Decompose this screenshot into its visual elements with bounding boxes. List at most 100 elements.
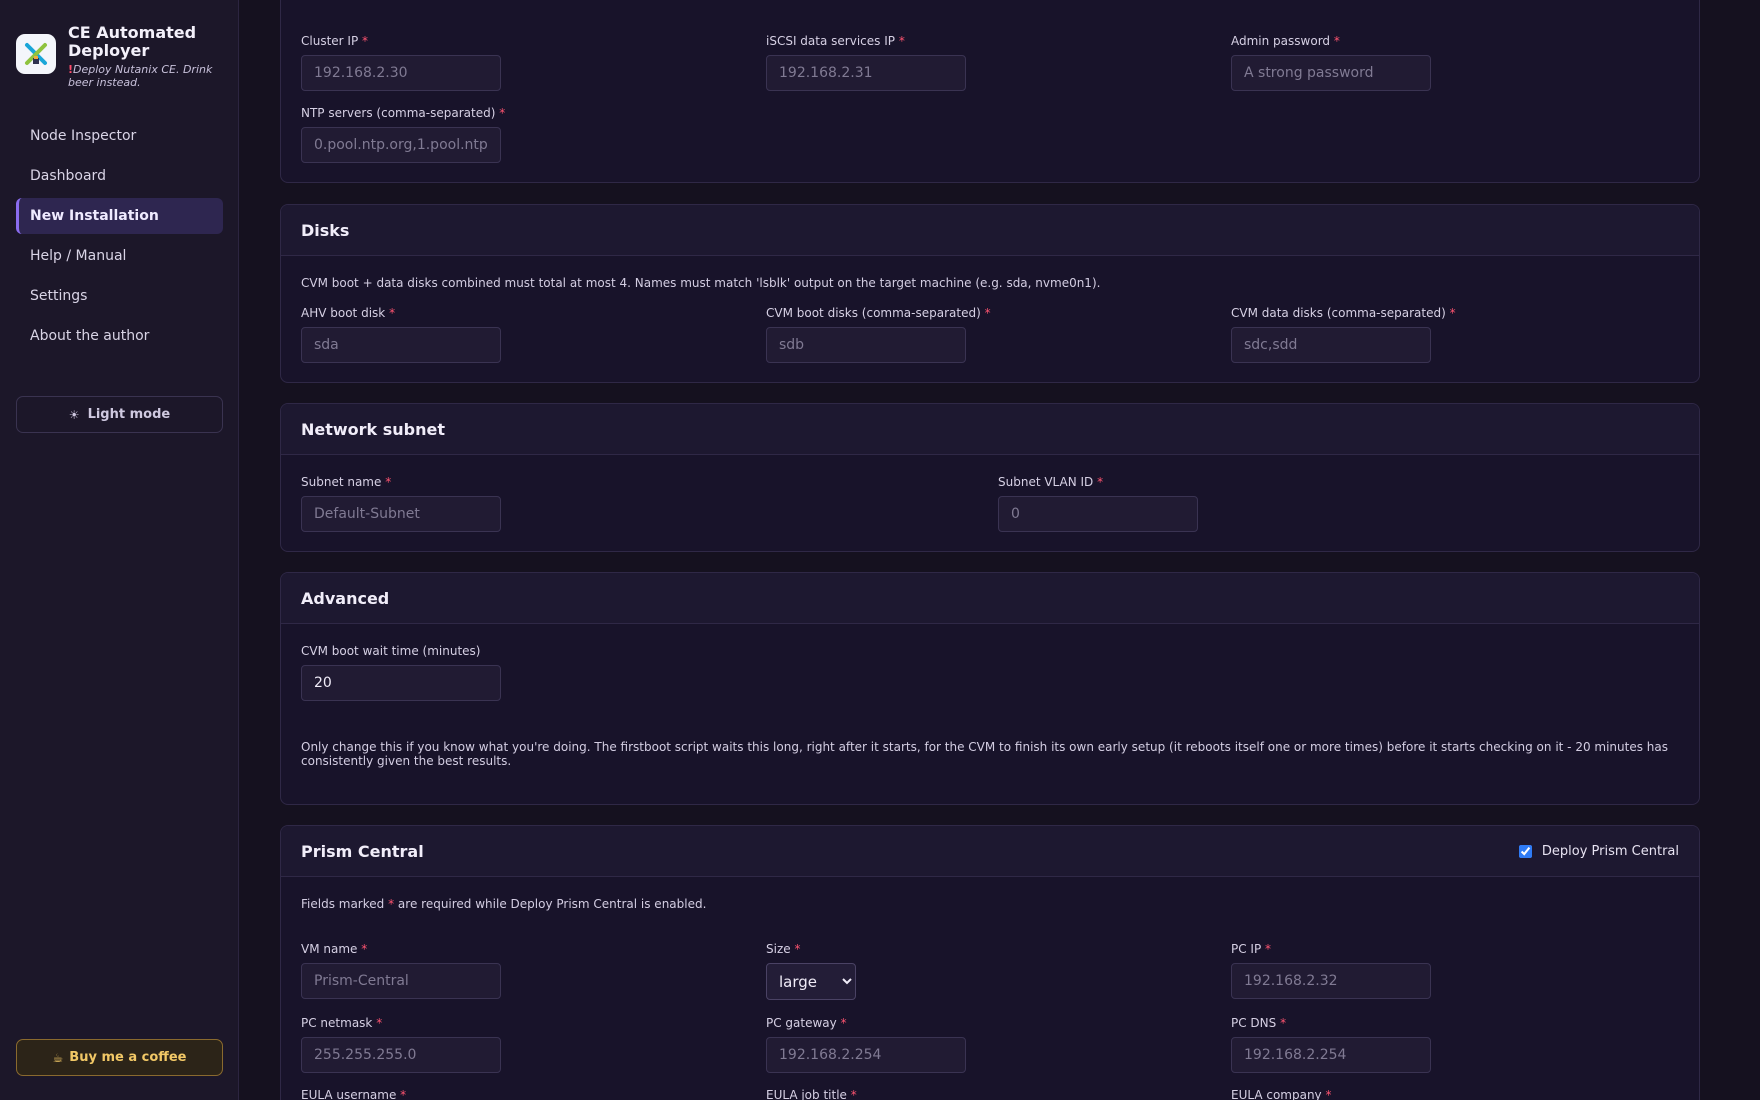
iscsi-ip-input[interactable]	[766, 55, 966, 91]
subnet-name-label: Subnet name *	[301, 475, 392, 489]
ntp-input[interactable]	[301, 127, 501, 163]
pc-vm-name-label: VM name *	[301, 942, 368, 956]
sidebar-item-settings[interactable]: Settings	[16, 278, 223, 314]
sidebar-item-node-inspector[interactable]: Node Inspector	[16, 118, 223, 154]
pc-size-select[interactable]: large	[766, 963, 856, 1000]
sidebar-item-help-manual[interactable]: Help / Manual	[16, 238, 223, 274]
pc-netmask-field: PC netmask *	[301, 1016, 501, 1073]
cvm-data-disks-field: CVM data disks (comma-separated) *	[1231, 306, 1456, 363]
sidebar: CE Automated Deployer !Deploy Nutanix CE…	[0, 0, 239, 1100]
light-mode-button[interactable]: ☀ Light mode	[16, 396, 223, 433]
ahv-boot-disk-field: AHV boot disk *	[301, 306, 501, 363]
main-content: Cluster IP * iSCSI data services IP * Ad…	[240, 0, 1760, 1100]
iscsi-ip-label: iSCSI data services IP *	[766, 34, 905, 48]
required-mark: *	[1280, 1016, 1287, 1030]
sidebar-item-new-installation[interactable]: New Installation	[16, 198, 223, 234]
required-mark: *	[389, 306, 396, 320]
pc-vm-name-input[interactable]	[301, 963, 501, 999]
prism-central-card: Prism Central Deploy Prism Central Field…	[280, 825, 1700, 1100]
deploy-prism-central-checkbox[interactable]	[1518, 844, 1532, 858]
eula-username-field: EULA username *	[301, 1088, 406, 1100]
required-mark: *	[400, 1088, 407, 1100]
pc-gateway-label: PC gateway *	[766, 1016, 847, 1030]
pc-size-field: Size * large	[766, 942, 856, 1000]
sidebar-item-about-author[interactable]: About the author	[16, 318, 223, 354]
ahv-boot-disk-input[interactable]	[301, 327, 501, 363]
admin-password-input[interactable]	[1231, 55, 1431, 91]
deploy-prism-central-toggle[interactable]: Deploy Prism Central	[1518, 843, 1679, 859]
advanced-card-header: Advanced	[281, 573, 1699, 624]
eula-job-title-label: EULA job title *	[766, 1088, 857, 1100]
app-logo-icon	[16, 34, 56, 74]
cvm-wait-field: CVM boot wait time (minutes)	[301, 644, 501, 701]
cvm-data-disks-label: CVM data disks (comma-separated) *	[1231, 306, 1456, 320]
advanced-card: Advanced CVM boot wait time (minutes) On…	[280, 572, 1700, 805]
cvm-boot-disks-input[interactable]	[766, 327, 966, 363]
coffee-icon: ☕	[52, 1050, 64, 1065]
pc-ip-label: PC IP *	[1231, 942, 1272, 956]
cvm-boot-disks-field: CVM boot disks (comma-separated) *	[766, 306, 991, 363]
cvm-boot-disks-label: CVM boot disks (comma-separated) *	[766, 306, 991, 320]
required-mark: *	[850, 1088, 857, 1100]
pc-ip-field: PC IP *	[1231, 942, 1431, 999]
required-mark: *	[1449, 306, 1456, 320]
required-mark: *	[840, 1016, 847, 1030]
cvm-wait-label: CVM boot wait time (minutes)	[301, 644, 481, 658]
sun-icon: ☀	[68, 407, 80, 422]
network-subnet-card: Network subnet Subnet name * Subnet VLAN…	[280, 403, 1700, 552]
pc-dns-input[interactable]	[1231, 1037, 1431, 1073]
pc-ip-input[interactable]	[1231, 963, 1431, 999]
app-tagline: !Deploy Nutanix CE. Drink beer instead.	[68, 63, 230, 89]
cluster-ip-input[interactable]	[301, 55, 501, 91]
admin-password-label: Admin password *	[1231, 34, 1340, 48]
admin-password-field: Admin password *	[1231, 34, 1431, 91]
required-mark: *	[385, 475, 392, 489]
disks-title: Disks	[301, 220, 350, 240]
ahv-boot-disk-label: AHV boot disk *	[301, 306, 396, 320]
buy-coffee-button[interactable]: ☕ Buy me a coffee	[16, 1039, 223, 1076]
pc-dns-label: PC DNS *	[1231, 1016, 1287, 1030]
required-mark: *	[1265, 942, 1272, 956]
eula-company-field: EULA company *	[1231, 1088, 1331, 1100]
required-mark: *	[361, 942, 368, 956]
subnet-vlan-field: Subnet VLAN ID *	[998, 475, 1198, 532]
buy-coffee-label: Buy me a coffee	[69, 1050, 187, 1065]
light-mode-label: Light mode	[87, 407, 171, 422]
pc-netmask-label: PC netmask *	[301, 1016, 383, 1030]
required-mark: *	[794, 942, 801, 956]
prism-central-note: Fields marked * are required while Deplo…	[301, 897, 707, 911]
cvm-wait-input[interactable]	[301, 665, 501, 701]
network-subnet-card-header: Network subnet	[281, 404, 1699, 455]
advanced-note: Only change this if you know what you're…	[301, 740, 1669, 768]
pc-gateway-input[interactable]	[766, 1037, 966, 1073]
disks-card: Disks CVM boot + data disks combined mus…	[280, 204, 1700, 383]
subnet-vlan-input[interactable]	[998, 496, 1198, 532]
eula-company-label: EULA company *	[1231, 1088, 1332, 1100]
required-mark: *	[362, 34, 369, 48]
required-mark: *	[1325, 1088, 1332, 1100]
pc-size-label: Size *	[766, 942, 801, 956]
pc-netmask-input[interactable]	[301, 1037, 501, 1073]
pc-vm-name-field: VM name *	[301, 942, 501, 999]
required-mark: *	[376, 1016, 383, 1030]
eula-username-label: EULA username *	[301, 1088, 407, 1100]
sidebar-nav: Node Inspector Dashboard New Installatio…	[16, 118, 223, 358]
deploy-prism-central-label: Deploy Prism Central	[1541, 843, 1679, 859]
network-subnet-title: Network subnet	[301, 419, 446, 439]
sidebar-item-dashboard[interactable]: Dashboard	[16, 158, 223, 194]
subnet-vlan-label: Subnet VLAN ID *	[998, 475, 1104, 489]
prism-central-title: Prism Central	[301, 841, 424, 861]
tagline-text: Deploy Nutanix CE. Drink beer instead.	[68, 63, 213, 89]
prism-central-card-header: Prism Central Deploy Prism Central	[281, 826, 1699, 877]
disks-note: CVM boot + data disks combined must tota…	[301, 276, 1101, 290]
cluster-card: Cluster IP * iSCSI data services IP * Ad…	[280, 0, 1700, 183]
required-mark: *	[984, 306, 991, 320]
cvm-data-disks-input[interactable]	[1231, 327, 1431, 363]
subnet-name-field: Subnet name *	[301, 475, 501, 532]
ntp-label: NTP servers (comma-separated) *	[301, 106, 506, 120]
cluster-ip-field: Cluster IP *	[301, 34, 501, 91]
required-mark: *	[1097, 475, 1104, 489]
required-mark: *	[898, 34, 905, 48]
pc-dns-field: PC DNS *	[1231, 1016, 1431, 1073]
subnet-name-input[interactable]	[301, 496, 501, 532]
